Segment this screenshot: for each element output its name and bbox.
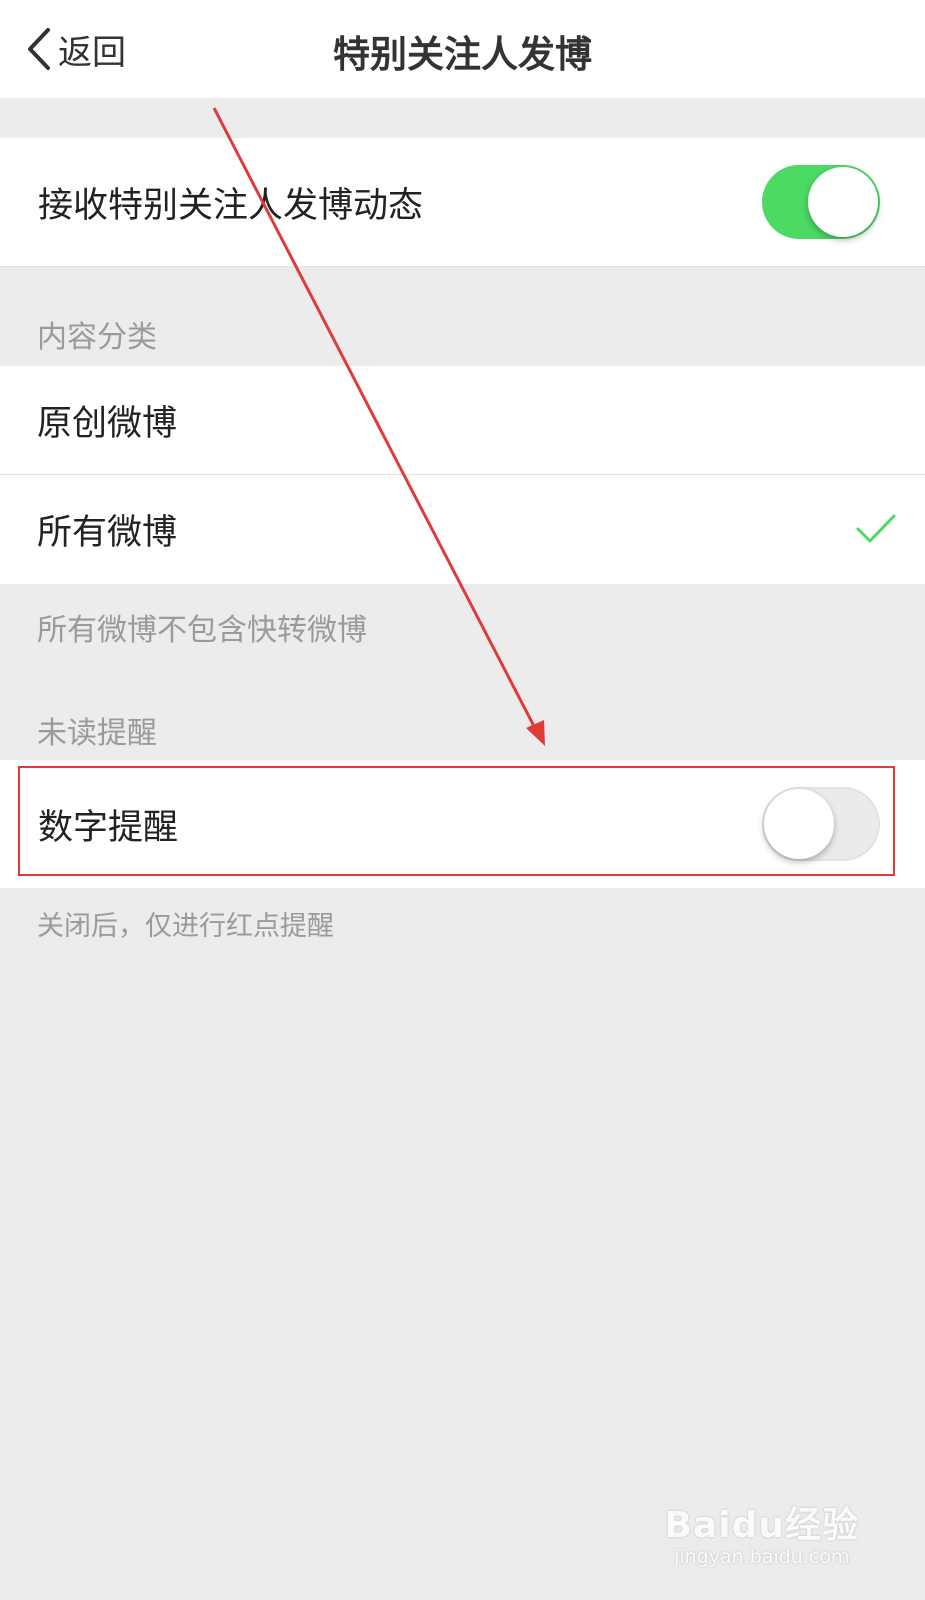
baidu-watermark: Baidu经验 jingyan.baidu.com xyxy=(665,1496,859,1568)
annotation-arrow xyxy=(212,107,545,746)
watermark-url: jingyan.baidu.com xyxy=(674,1546,850,1568)
watermark-logo: Baidu经验 xyxy=(664,1505,859,1546)
